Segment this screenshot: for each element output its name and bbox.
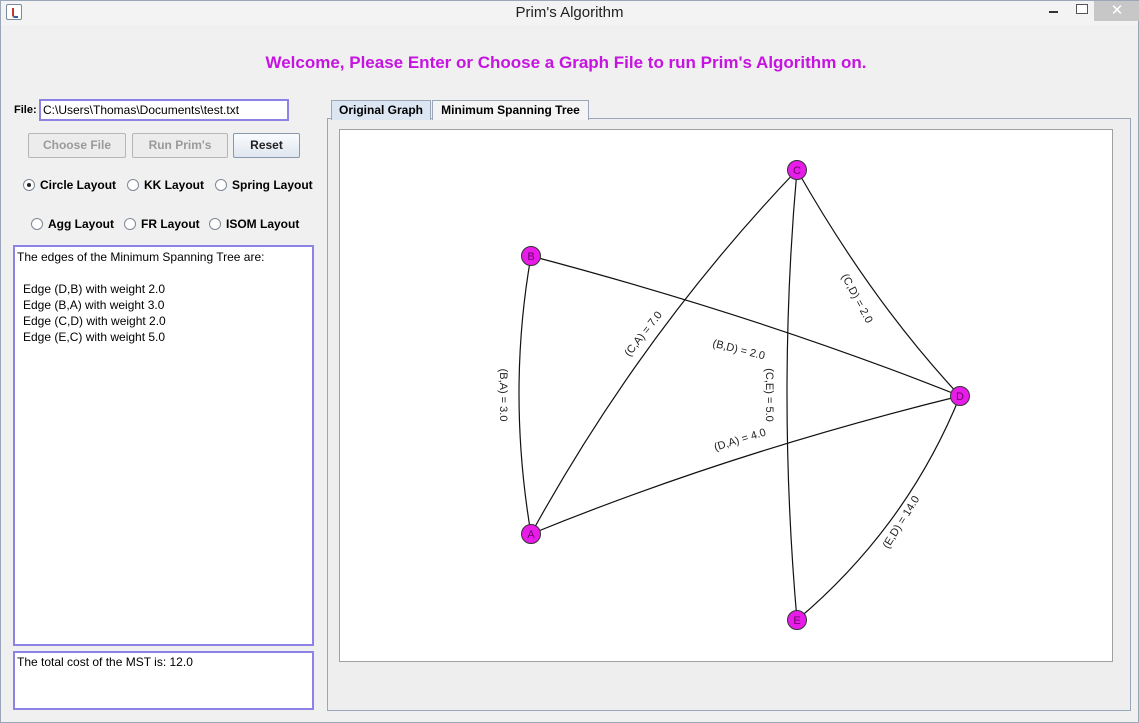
mst-edges-textarea[interactable]: The edges of the Minimum Spanning Tree a…	[13, 245, 314, 646]
edge-label-b-d: (B,D) = 2.0	[711, 338, 766, 363]
radio-indicator	[127, 179, 139, 191]
node-label-a: A	[527, 529, 535, 541]
close-button[interactable]: ✕	[1094, 1, 1139, 21]
mst-cost-textarea[interactable]: The total cost of the MST is: 12.0	[13, 651, 314, 710]
tab-minimum-spanning-tree[interactable]: Minimum Spanning Tree	[432, 100, 589, 120]
node-label-d: D	[956, 391, 964, 403]
mst-heading: The edges of the Minimum Spanning Tree a…	[17, 250, 265, 264]
radio-label: Agg Layout	[48, 217, 114, 231]
mst-edge-line: Edge (C,D) with weight 2.0	[23, 314, 166, 328]
app-window: Prim's Algorithm ✕ Welcome, Please Enter…	[0, 0, 1139, 723]
minimize-button[interactable]	[1041, 1, 1067, 21]
radio-label: Spring Layout	[232, 178, 313, 192]
mst-edge-line: Edge (D,B) with weight 2.0	[23, 282, 166, 296]
radio-label: Circle Layout	[40, 178, 117, 192]
edge-label-e-d: (E,D) = 14.0	[881, 494, 923, 551]
mst-total-cost: The total cost of the MST is: 12.0	[17, 655, 193, 669]
graph-svg: (B,A) = 3.0 (C,A) = 7.0 (B,D) = 2.0 (C,D…	[497, 160, 970, 630]
file-path-input[interactable]: C:\Users\Thomas\Documents\test.txt	[39, 99, 289, 121]
edge-label-c-d: (C,D) = 2.0	[839, 272, 875, 325]
edge-label-c-e: (C,E) = 5.0	[763, 368, 775, 422]
node-label-c: C	[793, 165, 801, 177]
run-prims-button[interactable]: Run Prim's	[132, 133, 228, 158]
mst-edge-line: Edge (E,C) with weight 5.0	[23, 330, 166, 344]
maximize-button[interactable]	[1069, 1, 1095, 21]
radio-label: ISOM Layout	[226, 217, 300, 231]
node-label-e: E	[793, 615, 800, 627]
radio-label: FR Layout	[141, 217, 200, 231]
radio-indicator	[124, 218, 136, 230]
edge-c-e	[786, 169, 798, 621]
reset-button[interactable]: Reset	[233, 133, 300, 158]
radio-indicator	[31, 218, 43, 230]
mst-edge-line: Edge (B,A) with weight 3.0	[23, 298, 165, 312]
radio-selected-indicator	[23, 179, 35, 191]
edge-label-b-a: (B,A) = 3.0	[497, 369, 509, 422]
file-label: File:	[14, 104, 37, 116]
radio-indicator	[215, 179, 227, 191]
edge-label-d-a: (D,A) = 4.0	[713, 427, 768, 454]
graph-canvas[interactable]: (B,A) = 3.0 (C,A) = 7.0 (B,D) = 2.0 (C,D…	[339, 129, 1113, 662]
edge-b-a	[518, 255, 532, 535]
radio-indicator	[209, 218, 221, 230]
choose-file-button[interactable]: Choose File	[28, 133, 126, 158]
title-bar: Prim's Algorithm ✕	[1, 1, 1139, 25]
tab-original-graph[interactable]: Original Graph	[331, 100, 431, 120]
edge-b-d	[530, 255, 961, 397]
edge-e-d	[796, 395, 961, 621]
radio-label: KK Layout	[144, 178, 204, 192]
edge-c-d	[796, 169, 961, 397]
window-title: Prim's Algorithm	[515, 4, 624, 21]
node-label-b: B	[527, 251, 534, 263]
welcome-message: Welcome, Please Enter or Choose a Graph …	[265, 53, 867, 72]
